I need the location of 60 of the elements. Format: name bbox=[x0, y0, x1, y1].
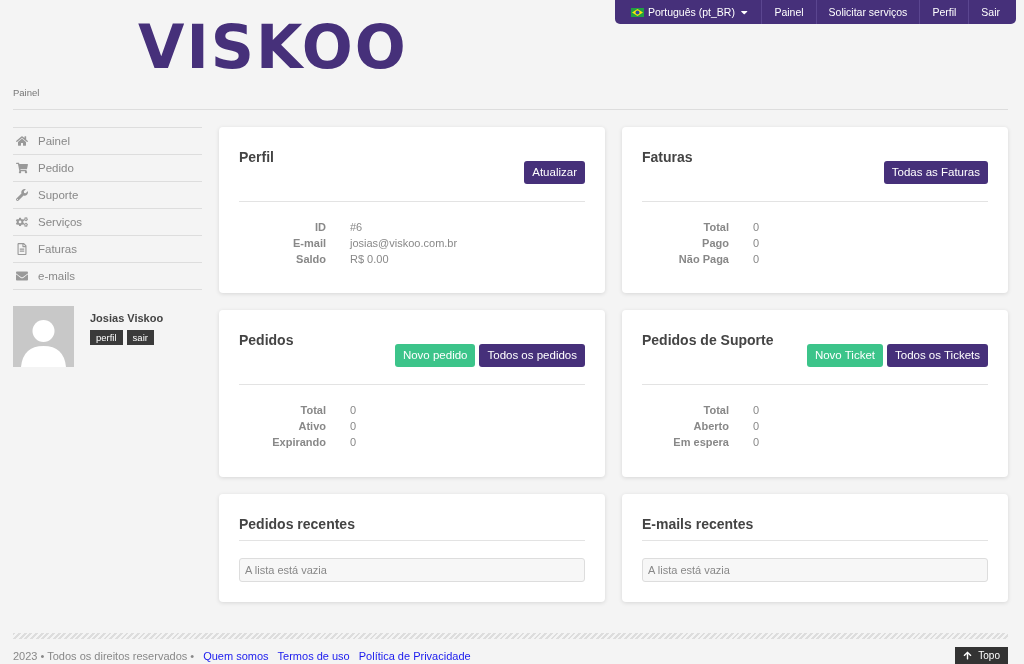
field-label: Total bbox=[299, 403, 326, 416]
card-title: E-mails recentes bbox=[642, 515, 755, 532]
field-value: 0 bbox=[753, 236, 761, 249]
back-to-top-button[interactable]: Topo bbox=[955, 647, 1008, 664]
footer-link[interactable]: Quem somos bbox=[203, 649, 269, 662]
action-button[interactable]: Todas as Faturas bbox=[883, 160, 988, 184]
card-title: Pedidos recentes bbox=[239, 515, 356, 532]
empty-list-message: A lista está vazia bbox=[239, 557, 585, 582]
field-label: Não Paga bbox=[677, 252, 729, 265]
nav-link[interactable]: Sair bbox=[968, 0, 1012, 24]
cart-icon bbox=[16, 161, 28, 174]
nav-link[interactable]: Solicitar serviços bbox=[815, 0, 920, 24]
field-value: 0 bbox=[753, 419, 761, 432]
action-button[interactable]: Todos os Tickets bbox=[887, 343, 988, 367]
arrow-up-icon bbox=[963, 651, 973, 660]
card-title: Pedidos bbox=[239, 331, 294, 350]
field-value: 0 bbox=[350, 403, 358, 416]
field-label: Expirando bbox=[271, 435, 326, 448]
document-icon bbox=[16, 242, 28, 255]
field-label: E-mail bbox=[292, 236, 326, 249]
home-icon bbox=[16, 134, 28, 147]
nav-link[interactable]: Perfil bbox=[919, 0, 969, 24]
card-title: Perfil bbox=[239, 148, 274, 167]
nav-link[interactable]: Painel bbox=[761, 0, 816, 24]
field-label: Aberto bbox=[692, 419, 729, 432]
action-button[interactable]: Atualizar bbox=[524, 160, 585, 184]
field-value: 0 bbox=[753, 435, 761, 448]
field-value: 0 bbox=[753, 403, 761, 416]
field-value: 0 bbox=[350, 419, 358, 432]
empty-list-message: A lista está vazia bbox=[642, 557, 988, 582]
user-button[interactable]: perfil bbox=[90, 329, 123, 345]
field-value: 0 bbox=[753, 220, 761, 233]
brazil-flag-icon bbox=[630, 7, 644, 17]
field-value: 0 bbox=[753, 252, 761, 265]
field-value: #6 bbox=[350, 220, 364, 233]
card-title: Pedidos de Suporte bbox=[642, 331, 774, 350]
user-name: Josias Viskoo bbox=[90, 311, 164, 324]
envelope-icon bbox=[16, 269, 28, 282]
breadcrumb: Painel bbox=[13, 86, 40, 98]
field-label: Em espera bbox=[672, 435, 729, 448]
card-title: Faturas bbox=[642, 148, 693, 167]
footer-link[interactable]: Política de Privacidade bbox=[358, 649, 471, 662]
field-value: R$ 0.00 bbox=[350, 252, 390, 265]
footer-link[interactable]: Termos de uso bbox=[277, 649, 350, 662]
logo: VISKOO bbox=[138, 17, 408, 78]
field-label: Ativo bbox=[297, 419, 326, 432]
user-button[interactable]: sair bbox=[126, 329, 154, 345]
language-menu[interactable]: Português (pt_BR) bbox=[618, 0, 762, 24]
field-value: 0 bbox=[350, 435, 358, 448]
copyright-text: 2023 • Todos os direitos reservados • bbox=[13, 649, 195, 662]
gears-icon bbox=[16, 215, 28, 228]
field-label: Pago bbox=[701, 236, 729, 249]
action-button[interactable]: Todos os pedidos bbox=[479, 343, 585, 367]
field-label: Total bbox=[702, 220, 729, 233]
avatar-icon bbox=[13, 305, 74, 367]
field-label: ID bbox=[314, 220, 326, 233]
wrench-icon bbox=[16, 188, 28, 201]
field-label: Saldo bbox=[295, 252, 326, 265]
field-value: josias@viskoo.com.br bbox=[350, 236, 459, 249]
field-label: Total bbox=[702, 403, 729, 416]
